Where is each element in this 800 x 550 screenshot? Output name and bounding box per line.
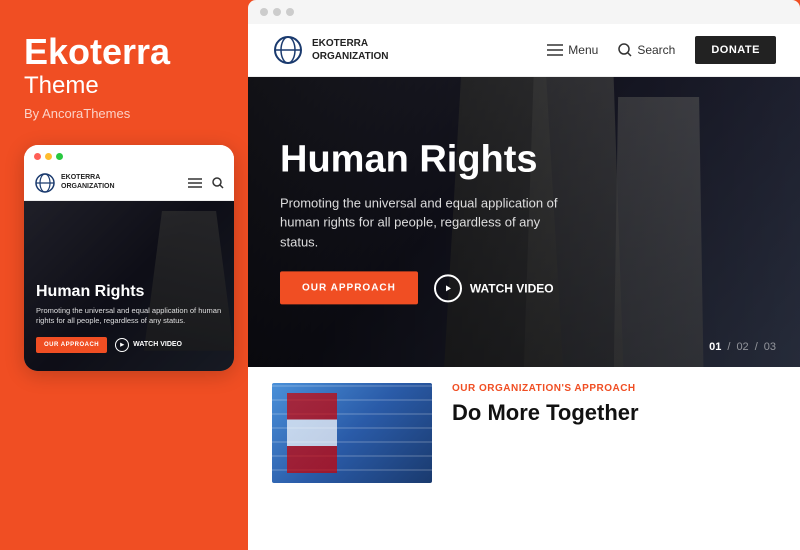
desktop-bottom: OUR ORGANIZATION'S APPROACH Do More Toge… <box>248 367 800 550</box>
mobile-dots <box>34 153 63 160</box>
mobile-top-bar <box>24 145 234 166</box>
slide-2: 02 <box>736 341 748 353</box>
bottom-label: OUR ORGANIZATION'S APPROACH <box>452 383 776 394</box>
slide-sep-1: / <box>727 341 730 353</box>
hamburger-icon[interactable] <box>188 178 202 188</box>
brand-by: By AncoraThemes <box>24 106 130 121</box>
mobile-mockup: EKOTERRA ORGANIZATION <box>24 145 234 371</box>
mobile-play-icon: ▶ <box>115 338 129 352</box>
dot-red <box>34 153 41 160</box>
right-panel: EKOTERRA ORGANIZATION Menu <box>248 0 800 550</box>
mobile-logo-text: EKOTERRA ORGANIZATION <box>61 174 115 191</box>
desktop-hero-content: Human Rights Promoting the universal and… <box>280 139 560 304</box>
desktop-logo-text: EKOTERRA ORGANIZATION <box>312 37 388 63</box>
mobile-watch-button[interactable]: ▶ WATCH VIDEO <box>115 338 182 352</box>
left-panel: Ekoterra Theme By AncoraThemes EKOTER <box>0 0 248 550</box>
mobile-watch-label: WATCH VIDEO <box>133 341 182 348</box>
mobile-logo-wrap: EKOTERRA ORGANIZATION <box>34 172 115 194</box>
browser-chrome <box>248 0 800 24</box>
mobile-hero: Human Rights Promoting the universal and… <box>24 201 234 371</box>
chrome-dot-2 <box>273 8 281 16</box>
chrome-dot-3 <box>286 8 294 16</box>
desktop-watch-button[interactable]: WATCH VIDEO <box>434 274 554 302</box>
donate-button[interactable]: DONATE <box>695 36 776 64</box>
desktop-nav: EKOTERRA ORGANIZATION Menu <box>248 24 800 77</box>
desktop-hero: Human Rights Promoting the universal and… <box>248 77 800 367</box>
mobile-nav-icons <box>188 177 224 189</box>
slide-1: 01 <box>709 341 721 353</box>
dot-green <box>56 153 63 160</box>
slide-sep-2: / <box>755 341 758 353</box>
chrome-dot-1 <box>260 8 268 16</box>
search-nav-item[interactable]: Search <box>618 43 675 57</box>
mobile-hero-content: Human Rights Promoting the universal and… <box>36 283 222 353</box>
slide-indicators: 01 / 02 / 03 <box>709 341 776 353</box>
mobile-hero-actions: OUR APPROACH ▶ WATCH VIDEO <box>36 337 222 353</box>
mobile-nav: EKOTERRA ORGANIZATION <box>24 166 234 201</box>
mobile-hero-title: Human Rights <box>36 283 222 301</box>
desktop-play-icon <box>434 274 462 302</box>
desktop-logo-icon <box>272 34 304 66</box>
brand-title: Ekoterra <box>24 32 170 72</box>
mobile-approach-button[interactable]: OUR APPROACH <box>36 337 107 353</box>
desktop-mockup: EKOTERRA ORGANIZATION Menu <box>248 24 800 550</box>
desktop-watch-label: WATCH VIDEO <box>470 281 554 295</box>
desktop-hero-desc: Promoting the universal and equal applic… <box>280 193 560 252</box>
mobile-search-icon[interactable] <box>212 177 224 189</box>
desktop-logo-wrap: EKOTERRA ORGANIZATION <box>272 34 547 66</box>
brand-subtitle: Theme <box>24 72 99 100</box>
bottom-heading: Do More Together <box>452 400 776 426</box>
search-label: Search <box>637 43 675 57</box>
desktop-nav-right: Menu Search DONATE <box>547 36 776 64</box>
menu-icon <box>547 44 563 56</box>
menu-nav-item[interactable]: Menu <box>547 43 598 57</box>
bottom-image-flag2 <box>287 393 337 473</box>
mobile-hero-desc: Promoting the universal and equal applic… <box>36 306 222 327</box>
search-icon <box>618 43 632 57</box>
slide-3: 03 <box>764 341 776 353</box>
menu-label: Menu <box>568 43 598 57</box>
mobile-logo-icon <box>34 172 56 194</box>
desktop-hero-title: Human Rights <box>280 139 560 181</box>
desktop-approach-button[interactable]: OUR APPROACH <box>280 272 418 305</box>
bottom-image <box>272 383 432 483</box>
bottom-text: OUR ORGANIZATION'S APPROACH Do More Toge… <box>432 383 776 426</box>
desktop-hero-actions: OUR APPROACH WATCH VIDEO <box>280 272 560 305</box>
dot-yellow <box>45 153 52 160</box>
